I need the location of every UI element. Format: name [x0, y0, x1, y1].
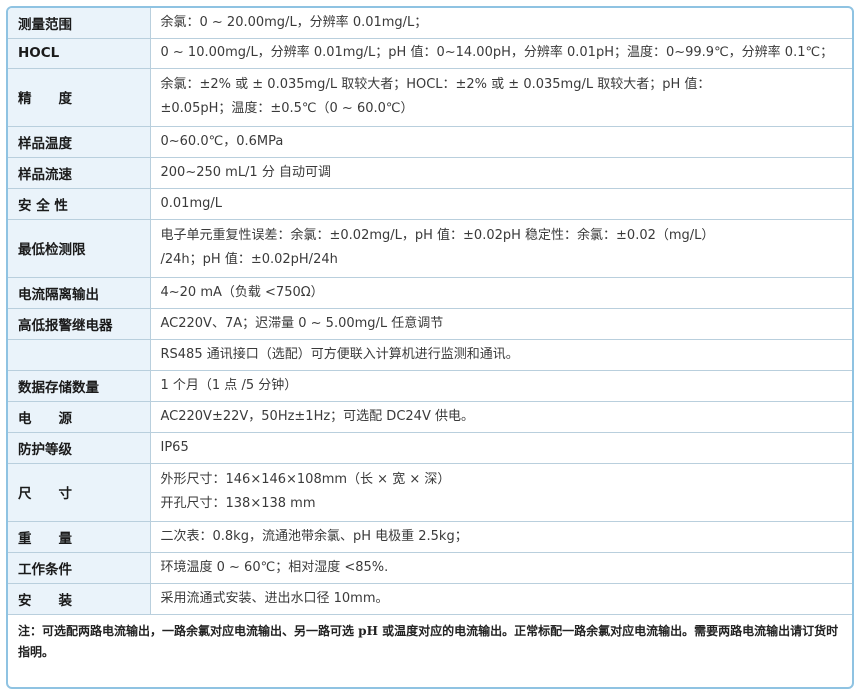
- spec-row: 数据存储数量 1 个月（1 点 /5 分钟）: [8, 370, 852, 402]
- spec-label: [8, 339, 151, 371]
- spec-row: 样品流速 200~250 mL/1 分 自动可调: [8, 157, 852, 189]
- spec-value: 1 个月（1 点 /5 分钟）: [150, 370, 852, 402]
- spec-value-line: 二次表：0.8kg，流通池带余氯、pH 电极重 2.5kg；: [160, 528, 468, 544]
- spec-label: 工作条件: [8, 552, 151, 584]
- spec-value: 0.01mg/L: [150, 188, 852, 220]
- spec-value-line: /24h；pH 值：±0.02pH/24h: [160, 252, 338, 267]
- spec-label: 高低报警继电器: [8, 308, 151, 340]
- spec-value-line: ±0.05pH；温度：±0.5℃（0 ~ 60.0℃）: [160, 101, 414, 116]
- spec-label: 最低检测限: [8, 219, 151, 278]
- spec-value-line: 0.01mg/L: [160, 195, 222, 211]
- spec-row: 电 源 AC220V±22V，50Hz±1Hz；可选配 DC24V 供电。: [8, 401, 852, 433]
- spec-row: 重 量二次表：0.8kg，流通池带余氯、pH 电极重 2.5kg；: [8, 521, 852, 553]
- spec-value-line: RS485 通讯接口（选配）可方便联入计算机进行监测和通讯。: [160, 346, 519, 362]
- spec-row: 尺 寸外形尺寸：146×146×108mm（长 × 宽 × 深） 开孔尺寸：138…: [8, 463, 852, 522]
- spec-row: 高低报警继电器 AC220V、7A；迟滞量 0 ~ 5.00mg/L 任意调节: [8, 308, 852, 340]
- spec-value-line: 外形尺寸：146×146×108mm（长 × 宽 × 深）: [160, 472, 451, 487]
- spec-value: 环境温度 0 ~ 60℃；相对湿度 <85%.: [150, 552, 852, 584]
- spec-value-line: 电子单元重复性误差：余氯：±0.02mg/L，pH 值：±0.02pH 稳定性：…: [160, 228, 715, 243]
- spec-label: 尺 寸: [8, 463, 151, 522]
- spec-label: HOCL: [8, 38, 151, 69]
- spec-value: 200~250 mL/1 分 自动可调: [150, 157, 852, 189]
- spec-row: HOCL 0 ~ 10.00mg/L，分辨率 0.01mg/L；pH 值：0~14…: [8, 38, 852, 69]
- spec-value-line: 环境温度 0 ~ 60℃；相对湿度 <85%.: [160, 559, 389, 575]
- spec-value-line: 0~60.0℃，0.6MPa: [160, 133, 284, 149]
- spec-label: 防护等级: [8, 432, 151, 464]
- spec-value: 余氯：±2% 或 ± 0.035mg/L 取较大者；HOCL：±2% 或 ± 0…: [150, 68, 852, 127]
- spec-value: 4~20 mA（负载 <750Ω）: [150, 277, 852, 309]
- spec-value-line: AC220V±22V，50Hz±1Hz；可选配 DC24V 供电。: [160, 408, 474, 424]
- spec-value: 0 ~ 10.00mg/L，分辨率 0.01mg/L；pH 值：0~14.00p…: [150, 38, 852, 69]
- spec-value: 外形尺寸：146×146×108mm（长 × 宽 × 深） 开孔尺寸：138×13…: [150, 463, 852, 522]
- spec-row: 最低检测限 电子单元重复性误差：余氯：±0.02mg/L，pH 值：±0.02pH…: [8, 219, 852, 278]
- spec-value: IP65: [150, 432, 852, 464]
- spec-value: 采用流通式安装、进出水口径 10mm。: [150, 583, 852, 615]
- spec-value-line: 采用流通式安装、进出水口径 10mm。: [160, 590, 389, 606]
- spec-value: AC220V、7A；迟滞量 0 ~ 5.00mg/L 任意调节: [150, 308, 852, 340]
- spec-row: 安 装采用流通式安装、进出水口径 10mm。: [8, 583, 852, 615]
- spec-table-frame: 测量范围 余氯：0 ~ 20.00mg/L，分辨率 0.01mg/L； HOCL 0 …: [6, 6, 854, 689]
- spec-value: 余氯：0 ~ 20.00mg/L，分辨率 0.01mg/L；: [150, 8, 852, 39]
- spec-value-line: 余氯：0 ~ 20.00mg/L，分辨率 0.01mg/L；: [160, 14, 428, 30]
- spec-row: 工作条件 环境温度 0 ~ 60℃；相对湿度 <85%.: [8, 552, 852, 584]
- spec-label: 电 源: [8, 401, 151, 433]
- spec-label: 样品温度: [8, 126, 151, 158]
- spec-value-line: 余氯：±2% 或 ± 0.035mg/L 取较大者；HOCL：±2% 或 ± 0…: [160, 77, 711, 92]
- spec-row: 测量范围 余氯：0 ~ 20.00mg/L，分辨率 0.01mg/L；: [8, 8, 852, 39]
- spec-value: 0~60.0℃，0.6MPa: [150, 126, 852, 158]
- spec-label: 安 装: [8, 583, 151, 615]
- spec-row: RS485 通讯接口（选配）可方便联入计算机进行监测和通讯。: [8, 339, 852, 371]
- spec-row: 防护等级 IP65: [8, 432, 852, 464]
- spec-label: 电流隔离输出: [8, 277, 151, 309]
- spec-value-line: 开孔尺寸：138×138 mm: [160, 496, 316, 511]
- spec-table: 测量范围 余氯：0 ~ 20.00mg/L，分辨率 0.01mg/L； HOCL 0 …: [8, 8, 852, 615]
- spec-row: 安 全 性 0.01mg/L: [8, 188, 852, 220]
- spec-label: 样品流速: [8, 157, 151, 189]
- spec-row: 精 度余氯：±2% 或 ± 0.035mg/L 取较大者；HOCL：±2% 或 …: [8, 68, 852, 127]
- spec-value: 二次表：0.8kg，流通池带余氯、pH 电极重 2.5kg；: [150, 521, 852, 553]
- spec-value-line: AC220V、7A；迟滞量 0 ~ 5.00mg/L 任意调节: [160, 315, 444, 331]
- spec-value: RS485 通讯接口（选配）可方便联入计算机进行监测和通讯。: [150, 339, 852, 371]
- spec-value: 电子单元重复性误差：余氯：±0.02mg/L，pH 值：±0.02pH 稳定性：…: [150, 219, 852, 278]
- spec-value-line: IP65: [160, 439, 189, 455]
- spec-label: 数据存储数量: [8, 370, 151, 402]
- footnote: 注：可选配两路电流输出，一路余氯对应电流输出、另一路可选 pH 或温度对应的电流…: [18, 623, 839, 659]
- spec-value: AC220V±22V，50Hz±1Hz；可选配 DC24V 供电。: [150, 401, 852, 433]
- spec-value-line: 1 个月（1 点 /5 分钟）: [160, 377, 298, 393]
- spec-value-line: 200~250 mL/1 分 自动可调: [160, 164, 331, 180]
- spec-label: 精 度: [8, 68, 151, 127]
- spec-label: 测量范围: [8, 8, 151, 39]
- spec-row: 电流隔离输出 4~20 mA（负载 <750Ω）: [8, 277, 852, 309]
- spec-value-line: 4~20 mA（负载 <750Ω）: [160, 284, 324, 300]
- spec-label: 重 量: [8, 521, 151, 553]
- spec-label: 安 全 性: [8, 188, 151, 220]
- spec-row: 样品温度 0~60.0℃，0.6MPa: [8, 126, 852, 158]
- spec-value-line: 0 ~ 10.00mg/L，分辨率 0.01mg/L；pH 值：0~14.00p…: [160, 45, 834, 60]
